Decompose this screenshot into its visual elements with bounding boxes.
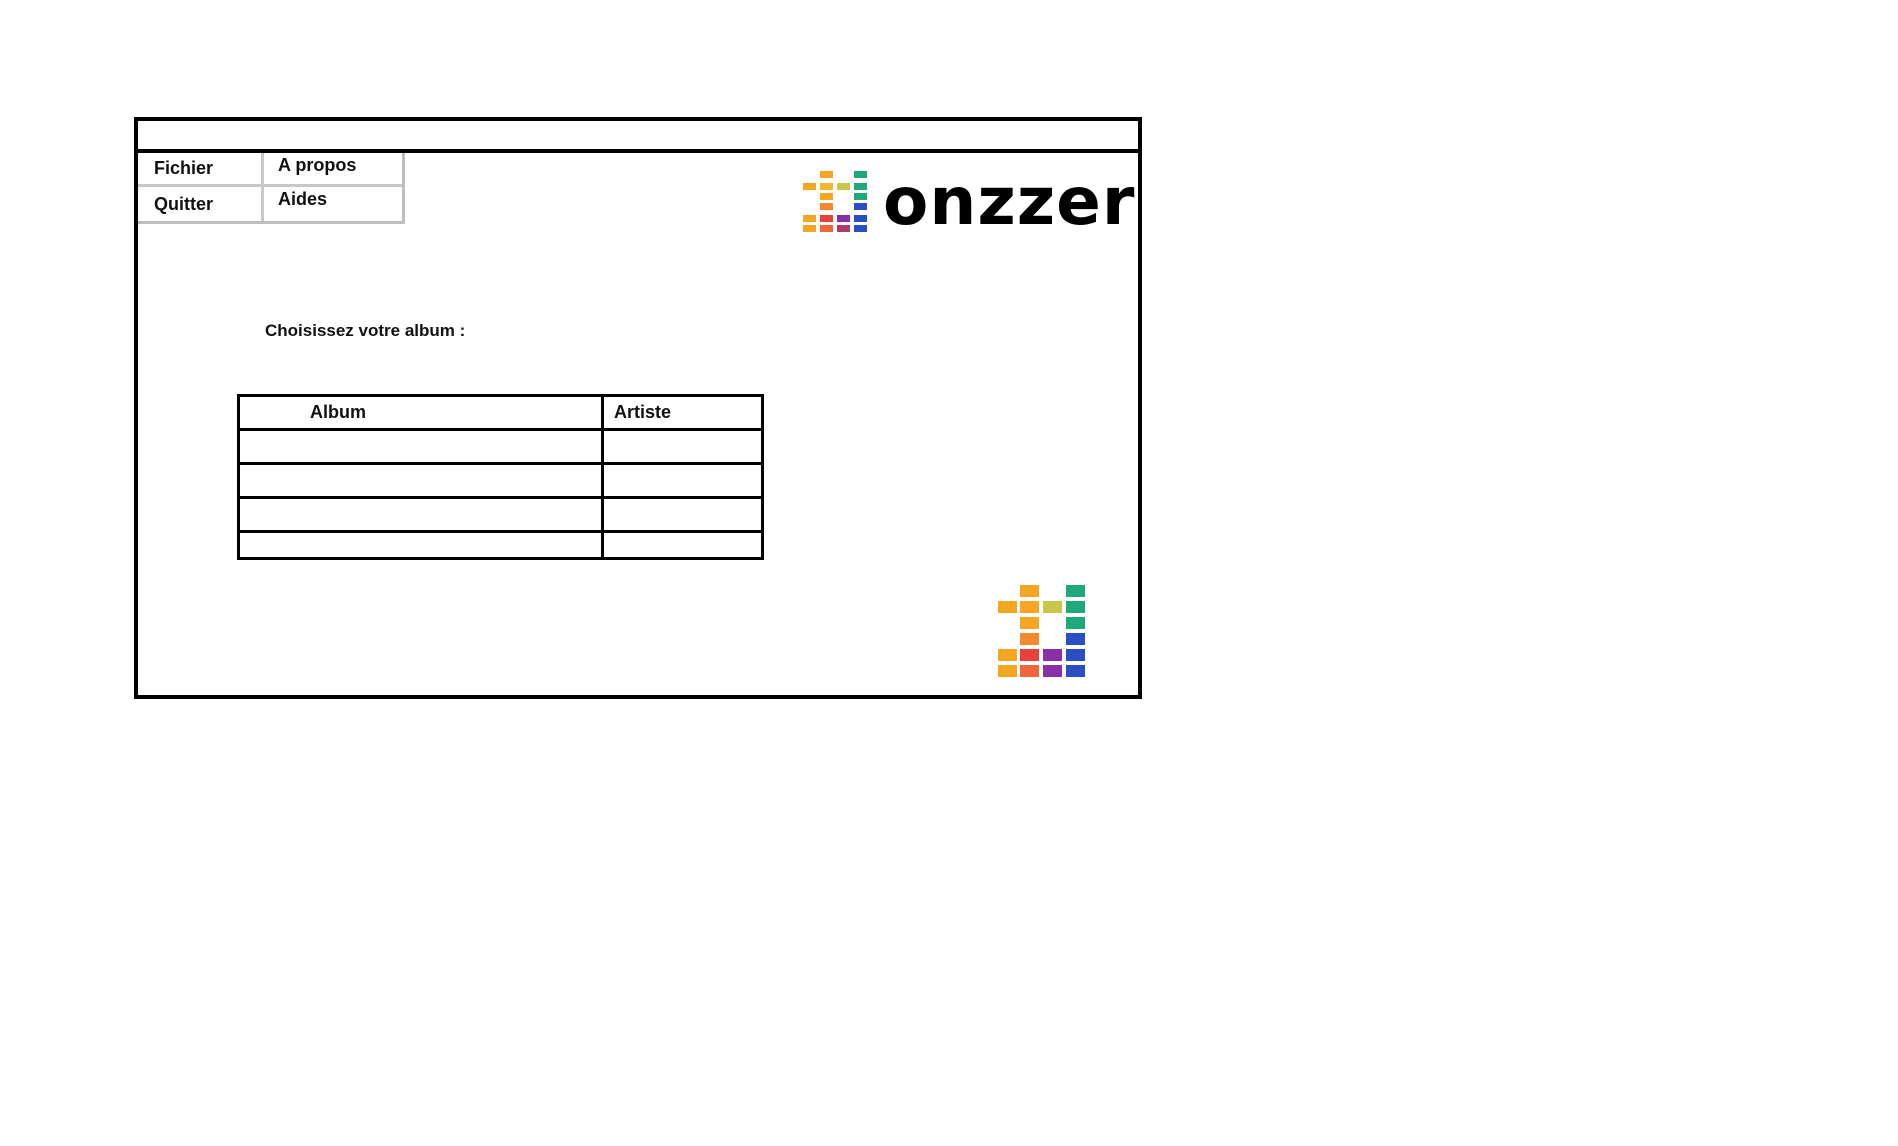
artist-cell[interactable]: [601, 496, 764, 533]
brand-logo: onzzer: [803, 169, 1135, 235]
table-row[interactable]: [237, 462, 764, 499]
menu-item-aides[interactable]: Aides: [264, 187, 402, 221]
logo-wordmark: onzzer: [883, 163, 1136, 240]
column-header-artiste[interactable]: Artiste: [601, 394, 764, 431]
app-window: Fichier A propos Quitter Aides onzzer Ch…: [134, 117, 1142, 699]
menu-item-fichier[interactable]: Fichier: [138, 153, 264, 187]
album-cell[interactable]: [237, 428, 604, 465]
equalizer-bars-icon: [803, 171, 867, 232]
table-row[interactable]: [237, 496, 764, 533]
menu-item-a-propos[interactable]: A propos: [264, 153, 402, 187]
table-row[interactable]: [237, 428, 764, 465]
table-row[interactable]: [237, 530, 764, 560]
table-header-row: Album Artiste: [237, 394, 764, 431]
menu-bar: Fichier A propos Quitter Aides: [138, 153, 405, 224]
equalizer-bars-icon: [998, 585, 1085, 677]
album-cell[interactable]: [237, 462, 604, 499]
album-prompt-label: Choisissez votre album :: [265, 321, 466, 340]
artist-cell[interactable]: [601, 428, 764, 465]
artist-cell[interactable]: [601, 462, 764, 499]
column-header-album[interactable]: Album: [237, 394, 604, 431]
album-table: Album Artiste: [237, 394, 764, 560]
album-cell[interactable]: [237, 496, 604, 533]
album-cell[interactable]: [237, 530, 604, 560]
menu-item-quitter[interactable]: Quitter: [138, 187, 264, 221]
canvas: Fichier A propos Quitter Aides onzzer Ch…: [0, 0, 1898, 1146]
title-bar: [138, 121, 1138, 153]
artist-cell[interactable]: [601, 530, 764, 560]
